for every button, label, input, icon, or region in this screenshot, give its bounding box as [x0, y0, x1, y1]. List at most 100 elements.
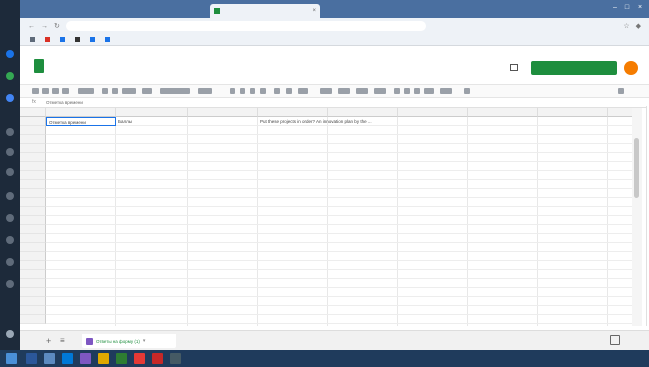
- bookmark-item[interactable]: [105, 37, 110, 42]
- sheets-logo-icon[interactable]: [34, 59, 44, 73]
- wrap-icon[interactable]: [356, 88, 368, 94]
- input-tools-icon[interactable]: [464, 88, 470, 94]
- taskbar-app-icon[interactable]: [134, 353, 145, 364]
- cell[interactable]: Баллы: [116, 117, 132, 126]
- row-header[interactable]: [20, 126, 46, 135]
- row-header[interactable]: [20, 252, 46, 261]
- paint-format-icon[interactable]: [62, 88, 69, 94]
- filter-icon[interactable]: [424, 88, 434, 94]
- italic-icon[interactable]: [240, 88, 245, 94]
- functions-icon[interactable]: [440, 88, 452, 94]
- row-header[interactable]: [20, 225, 46, 234]
- chart-icon[interactable]: [414, 88, 420, 94]
- row-header[interactable]: [20, 279, 46, 288]
- avatar[interactable]: [624, 61, 638, 75]
- taskbar-app-icon[interactable]: [80, 353, 91, 364]
- column-header[interactable]: [116, 108, 188, 117]
- dock-app-icon[interactable]: [6, 258, 14, 266]
- taskbar-app-icon[interactable]: [116, 353, 127, 364]
- row-header[interactable]: [20, 153, 46, 162]
- row-header[interactable]: [20, 135, 46, 144]
- font-size-select[interactable]: [198, 88, 212, 94]
- dock-app-icon[interactable]: [6, 94, 14, 102]
- row-header[interactable]: [20, 306, 46, 315]
- dock-app-icon[interactable]: [6, 72, 14, 80]
- comments-icon[interactable]: [510, 64, 518, 71]
- forward-icon[interactable]: →: [41, 23, 48, 30]
- row-header[interactable]: [20, 171, 46, 180]
- extension-icon[interactable]: ◆: [636, 22, 641, 30]
- browser-tab-active[interactable]: ×: [210, 4, 320, 18]
- column-header[interactable]: [188, 108, 258, 117]
- all-sheets-icon[interactable]: ≡: [60, 336, 65, 345]
- share-button[interactable]: [531, 61, 617, 75]
- borders-icon[interactable]: [286, 88, 292, 94]
- undo-icon[interactable]: [32, 88, 39, 94]
- dock-app-icon[interactable]: [6, 148, 14, 156]
- column-header[interactable]: [46, 108, 116, 117]
- minimize-icon[interactable]: –: [610, 4, 620, 12]
- dock-app-icon[interactable]: [6, 50, 14, 58]
- zoom-select[interactable]: [78, 88, 94, 94]
- row-header[interactable]: [20, 198, 46, 207]
- merge-icon[interactable]: [298, 88, 308, 94]
- taskbar-app-icon[interactable]: [98, 353, 109, 364]
- number-format-select[interactable]: [142, 88, 152, 94]
- scrollbar-thumb[interactable]: [634, 138, 639, 198]
- column-header[interactable]: [608, 108, 632, 117]
- font-family-select[interactable]: [160, 88, 190, 94]
- row-header[interactable]: [20, 234, 46, 243]
- row-header[interactable]: [20, 297, 46, 306]
- close-icon[interactable]: ×: [312, 8, 316, 14]
- dock-app-icon[interactable]: [6, 192, 14, 200]
- bookmark-item[interactable]: [60, 37, 65, 42]
- cell[interactable]: Put these projects in order? An innovati…: [258, 117, 372, 126]
- bookmark-item[interactable]: [30, 37, 35, 42]
- row-header[interactable]: [20, 207, 46, 216]
- row-header[interactable]: [20, 117, 46, 126]
- vertical-scrollbar[interactable]: [632, 108, 642, 326]
- reload-icon[interactable]: ↻: [54, 22, 60, 30]
- percent-icon[interactable]: [112, 88, 118, 94]
- back-icon[interactable]: ←: [28, 23, 35, 30]
- add-sheet-icon[interactable]: +: [46, 336, 51, 346]
- column-header[interactable]: [468, 108, 538, 117]
- row-header[interactable]: [20, 162, 46, 171]
- link-icon[interactable]: [394, 88, 400, 94]
- align-icon[interactable]: [320, 88, 332, 94]
- row-header[interactable]: [20, 144, 46, 153]
- selected-cell[interactable]: Отметка времени: [46, 117, 116, 126]
- strikethrough-icon[interactable]: [250, 88, 255, 94]
- dock-app-icon[interactable]: [6, 128, 14, 136]
- taskbar-app-icon[interactable]: [152, 353, 163, 364]
- collapse-toolbar-icon[interactable]: [618, 88, 624, 94]
- select-all-corner[interactable]: [20, 108, 46, 117]
- fill-color-icon[interactable]: [274, 88, 280, 94]
- row-header[interactable]: [20, 243, 46, 252]
- dock-app-icon[interactable]: [6, 236, 14, 244]
- row-header[interactable]: [20, 288, 46, 297]
- dock-app-icon[interactable]: [6, 280, 14, 288]
- row-header[interactable]: [20, 189, 46, 198]
- taskbar-app-icon[interactable]: [44, 353, 55, 364]
- sheet-tab[interactable]: Ответы на форму (1) ▾: [82, 334, 176, 348]
- column-header[interactable]: [538, 108, 608, 117]
- taskbar-app-icon[interactable]: [62, 353, 73, 364]
- currency-icon[interactable]: [102, 88, 108, 94]
- window-close-icon[interactable]: ×: [635, 4, 645, 12]
- row-header[interactable]: [20, 216, 46, 225]
- bookmark-item[interactable]: [75, 37, 80, 42]
- valign-icon[interactable]: [338, 88, 350, 94]
- taskbar-app-icon[interactable]: [170, 353, 181, 364]
- row-header[interactable]: [20, 180, 46, 189]
- column-header[interactable]: [258, 108, 328, 117]
- row-header[interactable]: [20, 270, 46, 279]
- star-icon[interactable]: ☆: [623, 22, 629, 30]
- bookmark-item[interactable]: [45, 37, 50, 42]
- start-icon[interactable]: [6, 353, 17, 364]
- dock-app-icon[interactable]: [6, 330, 14, 338]
- chevron-down-icon[interactable]: ▾: [143, 338, 146, 344]
- maximize-icon[interactable]: □: [622, 4, 632, 12]
- dock-app-icon[interactable]: [6, 168, 14, 176]
- redo-icon[interactable]: [42, 88, 49, 94]
